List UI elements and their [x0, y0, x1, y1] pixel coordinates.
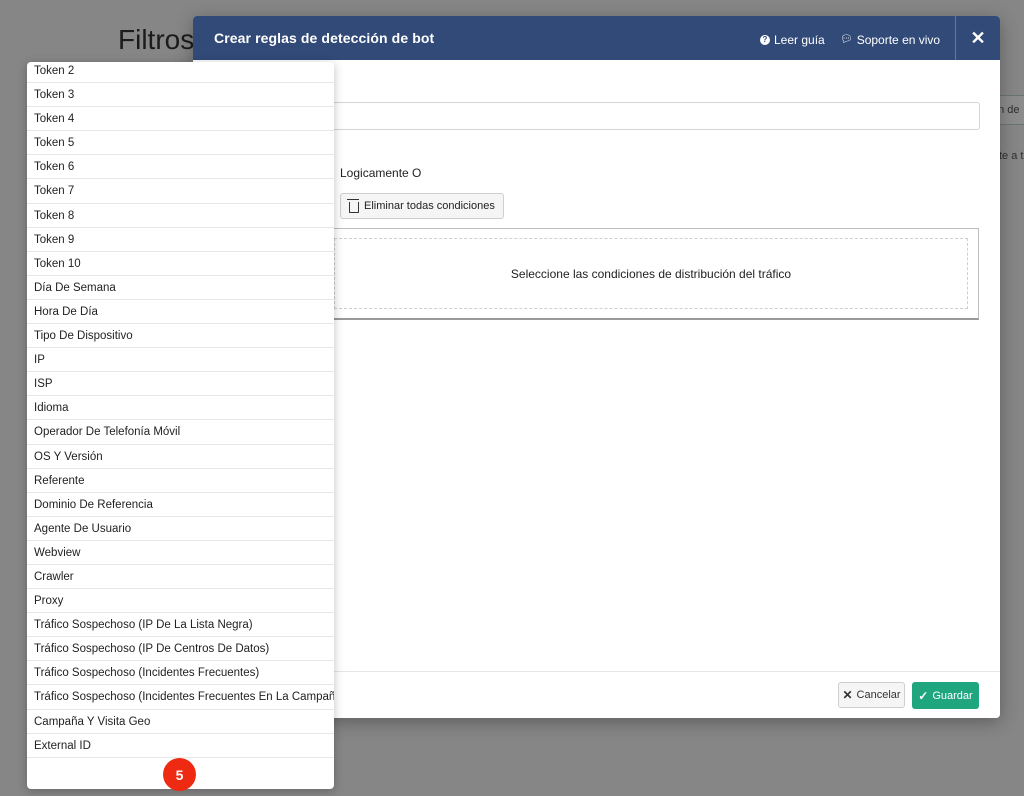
dropdown-option[interactable]: Token 3: [27, 83, 334, 108]
dropdown-option[interactable]: Webview: [27, 541, 334, 565]
live-support-link[interactable]: 💬︎ Soporte en vivo: [840, 33, 940, 47]
dropdown-option[interactable]: Token 9: [27, 228, 334, 252]
live-support-label: Soporte en vivo: [856, 33, 941, 47]
dropdown-option[interactable]: Crawler: [27, 565, 334, 590]
dropdown-option[interactable]: Operador De Telefonía Móvil: [27, 420, 334, 445]
modal-header: Crear reglas de detección de bot ? Leer …: [193, 16, 1000, 60]
conditions-placeholder-text: Seleccione las condiciones de distribuci…: [510, 266, 792, 281]
trash-icon: [347, 198, 359, 213]
dropdown-option[interactable]: OS Y Versión: [27, 445, 334, 469]
dropdown-option[interactable]: Dominio De Referencia: [27, 493, 334, 517]
cancel-button[interactable]: ✕ Cancelar: [838, 682, 905, 708]
dropdown-option[interactable]: Proxy: [27, 589, 334, 614]
dropdown-option[interactable]: ISP: [27, 372, 334, 397]
dropdown-option[interactable]: Día De Semana: [27, 276, 334, 300]
dropdown-option[interactable]: Tráfico Sospechoso (Incidentes Frecuente…: [27, 661, 334, 686]
read-guide-link[interactable]: ? Leer guía: [760, 33, 825, 47]
dropdown-option[interactable]: Token 2: [27, 62, 334, 84]
condition-type-dropdown[interactable]: Token 2 Token 3 Token 4 Token 5 Token 6 Token…: [27, 62, 334, 789]
read-guide-label: Leer guía: [774, 33, 825, 47]
save-button[interactable]: ✓ Guardar: [912, 682, 979, 709]
delete-all-label: Eliminar todas condiciones: [364, 200, 495, 212]
dropdown-list: Token 2 Token 3 Token 4 Token 5 Token 6 Token…: [27, 62, 334, 758]
dropdown-option[interactable]: Tráfico Sospechoso (Incidentes Frecuente…: [27, 685, 334, 710]
step-badge: 5: [163, 758, 196, 791]
dropdown-option[interactable]: Referente: [27, 469, 334, 493]
cancel-label: Cancelar: [856, 689, 901, 701]
dropdown-option[interactable]: Campaña Y Visita Geo: [27, 710, 334, 734]
logic-operator-label[interactable]: Logicamente O: [340, 166, 421, 180]
dropdown-option[interactable]: Tráfico Sospechoso (IP De La Lista Negra…: [27, 613, 334, 638]
chat-bubbles-icon: 💬︎: [840, 34, 853, 45]
dropdown-option[interactable]: Token 5: [27, 131, 334, 156]
conditions-drop-area[interactable]: Seleccione las condiciones de distribuci…: [323, 228, 979, 320]
dropdown-option[interactable]: Token 7: [27, 179, 334, 204]
check-icon: ✓: [918, 688, 929, 703]
x-icon: ✕: [842, 688, 853, 702]
dropdown-option[interactable]: Token 10: [27, 252, 334, 276]
dropdown-option[interactable]: Tipo De Dispositivo: [27, 324, 334, 349]
dropdown-option[interactable]: Agente De Usuario: [27, 517, 334, 541]
close-modal-button[interactable]: ✕: [955, 16, 1000, 60]
dropdown-option[interactable]: Hora De Día: [27, 300, 334, 325]
conditions-placeholder: Seleccione las condiciones de distribuci…: [334, 238, 968, 309]
dropdown-option[interactable]: Tráfico Sospechoso (IP De Centros De Dat…: [27, 637, 334, 662]
question-circle-icon: ?: [760, 35, 770, 45]
delete-all-conditions-button[interactable]: Eliminar todas condiciones: [340, 193, 504, 219]
dropdown-option[interactable]: Token 4: [27, 107, 334, 132]
dropdown-option[interactable]: Token 6: [27, 155, 334, 180]
save-label: Guardar: [932, 689, 973, 702]
dropdown-option[interactable]: External ID: [27, 734, 334, 758]
dropdown-option[interactable]: IP: [27, 348, 334, 373]
modal-title: Crear reglas de detección de bot: [214, 30, 435, 46]
dropdown-option[interactable]: Token 8: [27, 204, 334, 228]
close-icon: ✕: [970, 27, 986, 48]
rule-name-input[interactable]: [323, 102, 980, 130]
dropdown-option[interactable]: Idioma: [27, 396, 334, 421]
